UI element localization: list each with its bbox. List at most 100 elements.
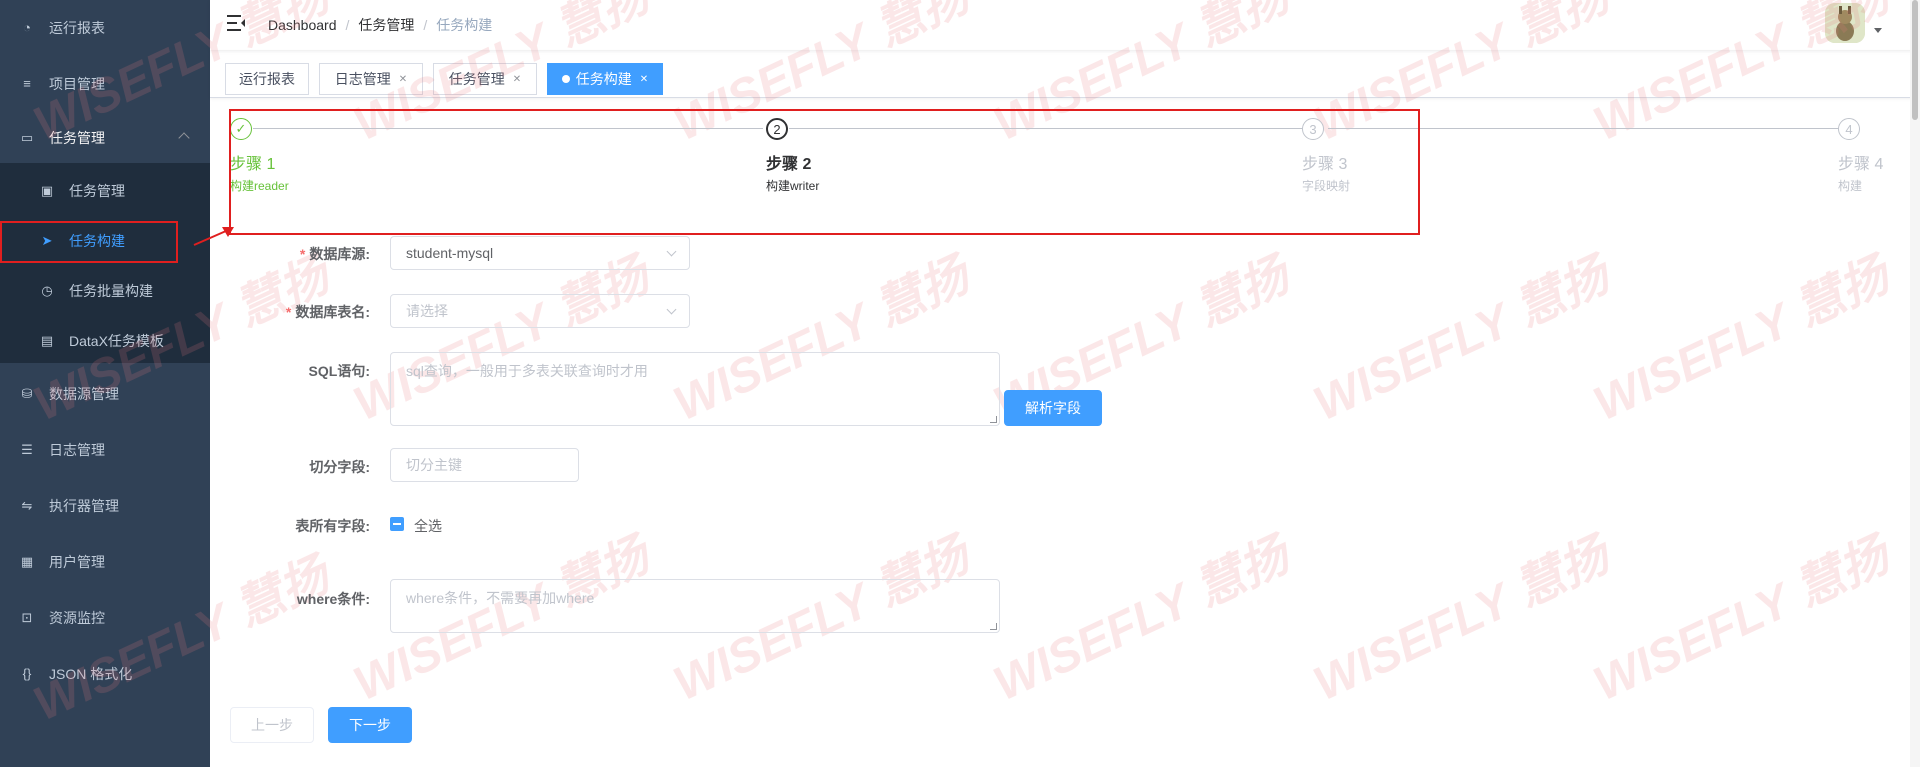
submenu-item-label: 任务批量构建 [69, 283, 153, 299]
table-label: * 数据库表名: [285, 304, 370, 320]
watermark: WISEFLY 慧扬 [1306, 248, 1617, 432]
sql-label: SQL语句: [308, 363, 370, 379]
sidebar-item-label: 项目管理 [49, 76, 105, 92]
active-dot-icon [561, 75, 570, 83]
sql-placeholder: sql查询，一般用于多表关联查询时才用 [406, 363, 648, 379]
database-icon: ≡ [23, 76, 31, 91]
sidebar-item-logs[interactable]: ☰ 日志管理 [0, 422, 210, 478]
sidebar-item-label: JSON 格式化 [49, 666, 133, 682]
datasource-value: student-mysql [406, 245, 494, 261]
sidebar-item-tasks[interactable]: ▭ 任务管理 [0, 110, 210, 166]
breadcrumb-separator: / [423, 17, 428, 33]
split-field-input[interactable]: 切分主键 [390, 448, 579, 482]
tag-logs[interactable]: 日志管理 ✕ [319, 63, 423, 95]
user-table-icon: ▦ [20, 554, 34, 569]
tag-label: 任务管理 [448, 71, 505, 87]
chevron-down-icon [666, 304, 677, 315]
resize-grip-icon[interactable] [990, 623, 997, 630]
breadcrumb: Dashboard / 任务管理 / 任务构建 [268, 15, 492, 35]
step-4-title: 步骤 4 [1838, 156, 1884, 173]
table-select[interactable]: 请选择 [390, 294, 690, 328]
close-icon[interactable]: ✕ [513, 74, 521, 85]
required-mark: * [299, 246, 306, 262]
datasource-label: * 数据库源: [299, 246, 370, 262]
braces-icon: {} [22, 666, 32, 681]
submenu-item-label: 任务管理 [69, 183, 125, 199]
split-placeholder: 切分主键 [406, 457, 462, 473]
where-placeholder: where条件，不需要再加where [406, 590, 595, 606]
sql-textarea[interactable]: sql查询，一般用于多表关联查询时才用 [390, 352, 1000, 426]
sidebar-item-users[interactable]: ▦ 用户管理 [0, 534, 210, 590]
resize-grip-icon[interactable] [990, 416, 997, 423]
sidebar: ◔ 运行报表 ≡ 项目管理 ▭ 任务管理 ▣ 任务管理 ➤ 任务构建 ◷ 任务批… [0, 0, 210, 767]
template-icon: ▤ [40, 333, 54, 348]
sidebar-item-label: 日志管理 [49, 442, 105, 458]
tag-label: 运行报表 [239, 71, 295, 87]
parse-fields-button[interactable]: 解析字段 [1004, 390, 1102, 426]
monitor-resource-icon: ⊡ [21, 610, 33, 625]
sidebar-item-dashboard[interactable]: ◔ 运行报表 [0, 0, 210, 56]
close-icon[interactable]: ✕ [399, 74, 407, 85]
hamburger-icon[interactable] [227, 15, 245, 31]
sidebar-item-label: 资源监控 [49, 610, 105, 626]
avatar[interactable] [1825, 3, 1865, 43]
tag-label: 任务构建 [575, 71, 632, 87]
dashboard-icon: ◔ [23, 20, 31, 35]
all-fields-label: 表所有字段: [295, 518, 370, 534]
sidebar-item-label: 用户管理 [49, 554, 105, 570]
page-scrollbar[interactable] [1910, 0, 1920, 767]
datasource-icon: ⛁ [21, 386, 33, 401]
split-field-label: 切分字段: [309, 459, 370, 475]
step-4-desc: 构建 [1838, 179, 1863, 193]
task-icon: ▣ [40, 183, 54, 198]
navbar: Dashboard / 任务管理 / 任务构建 [210, 0, 1920, 50]
sidebar-item-label: 执行器管理 [49, 498, 119, 514]
chevron-up-icon [178, 132, 190, 144]
chevron-down-icon [666, 246, 677, 257]
monitor-icon: ▭ [20, 130, 34, 145]
breadcrumb-item-tasks[interactable]: 任务管理 [358, 15, 414, 35]
prev-step-button[interactable]: 上一步 [230, 707, 314, 743]
required-mark: * [285, 304, 292, 320]
sidebar-item-resource-monitor[interactable]: ⊡ 资源监控 [0, 590, 210, 646]
sidebar-item-label: 数据源管理 [49, 386, 119, 402]
annotation-highlight-steps [229, 109, 1420, 235]
sidebar-item-label: 任务管理 [49, 130, 105, 146]
where-label: where条件: [296, 591, 370, 607]
batch-icon: ◷ [41, 283, 53, 298]
watermark: WISEFLY 慧扬 [986, 528, 1297, 712]
breadcrumb-separator: / [345, 17, 350, 33]
select-all-label[interactable]: 全选 [414, 516, 442, 536]
breadcrumb-item-current: 任务构建 [436, 17, 493, 33]
watermark: WISEFLY 慧扬 [1586, 248, 1897, 432]
tag-task-build[interactable]: 任务构建 ✕ [547, 63, 663, 95]
watermark: WISEFLY 慧扬 [1586, 528, 1897, 712]
sidebar-item-projects[interactable]: ≡ 项目管理 [0, 56, 210, 112]
submenu-item-batch-build[interactable]: ◷ 任务批量构建 [0, 266, 210, 316]
sidebar-item-label: 运行报表 [49, 20, 105, 36]
submenu-item-datax-template[interactable]: ▤ DataX任务模板 [0, 316, 210, 366]
watermark: WISEFLY 慧扬 [1306, 528, 1617, 712]
close-icon[interactable]: ✕ [640, 74, 648, 85]
executor-icon: ⇋ [21, 498, 33, 513]
log-icon: ☰ [21, 442, 33, 457]
caret-down-icon[interactable] [1874, 28, 1882, 33]
tags-view: 运行报表 日志管理 ✕ 任务管理 ✕ 任务构建 ✕ [210, 51, 1920, 98]
breadcrumb-item-dashboard[interactable]: Dashboard [268, 17, 337, 33]
select-all-checkbox[interactable] [390, 517, 404, 531]
next-step-button[interactable]: 下一步 [328, 707, 412, 743]
sidebar-item-datasource[interactable]: ⛁ 数据源管理 [0, 366, 210, 422]
sidebar-item-json-format[interactable]: {} JSON 格式化 [0, 646, 210, 702]
step-4-circle: 4 [1838, 118, 1860, 140]
table-placeholder: 请选择 [406, 303, 448, 319]
tag-dashboard[interactable]: 运行报表 [225, 63, 309, 95]
tag-tasks[interactable]: 任务管理 ✕ [433, 63, 537, 95]
tag-label: 日志管理 [334, 71, 391, 87]
datasource-select[interactable]: student-mysql [390, 236, 690, 270]
submenu-item-label: DataX任务模板 [69, 333, 164, 349]
where-textarea[interactable]: where条件，不需要再加where [390, 579, 1000, 633]
annotation-highlight-menu [0, 221, 178, 263]
scrollbar-thumb[interactable] [1912, 0, 1918, 120]
sidebar-item-executors[interactable]: ⇋ 执行器管理 [0, 478, 210, 534]
submenu-item-task-manage[interactable]: ▣ 任务管理 [0, 166, 210, 216]
